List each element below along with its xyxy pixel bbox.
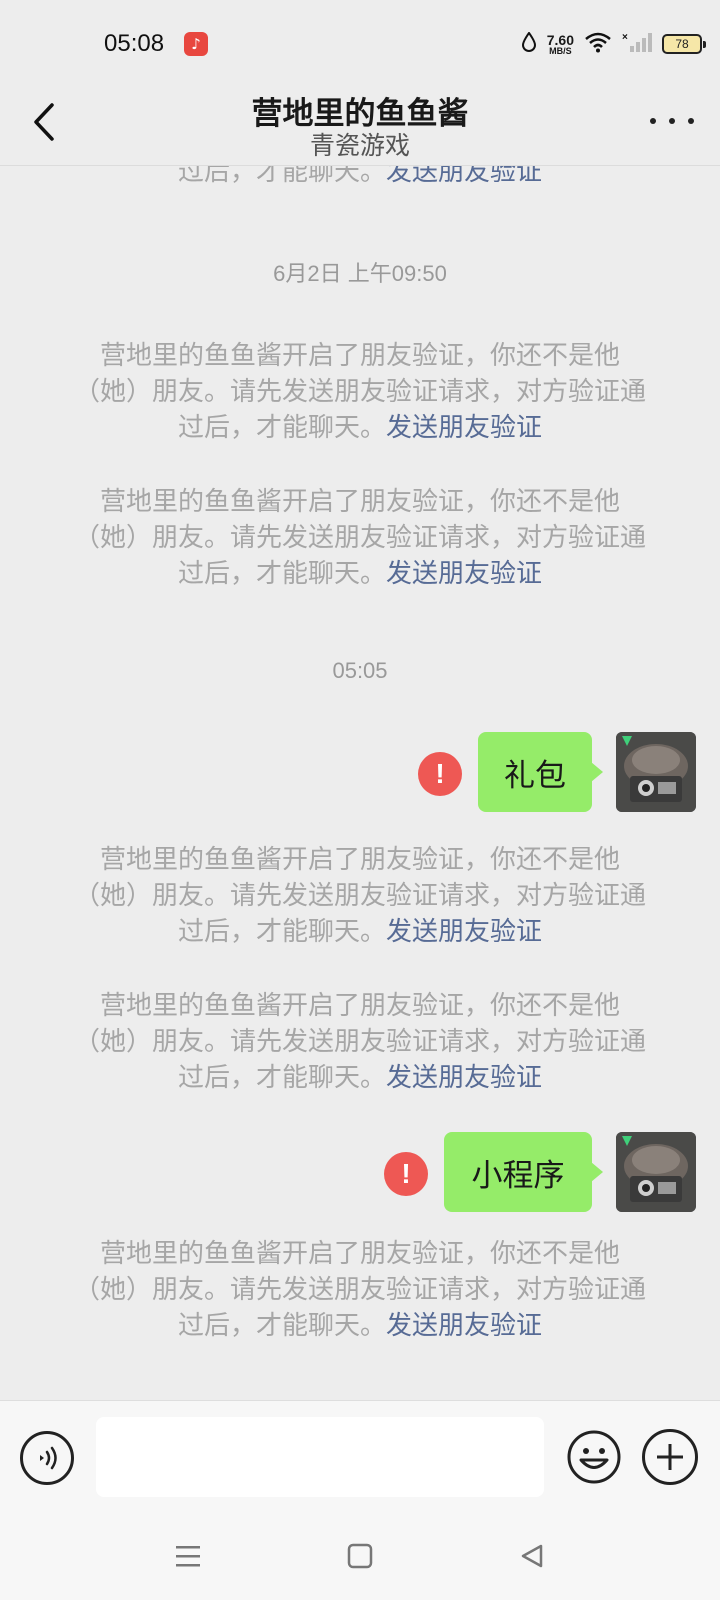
cellular-signal-icon: ×	[622, 31, 652, 57]
voice-icon	[40, 1446, 57, 1470]
avatar[interactable]	[616, 732, 696, 812]
back-nav-button[interactable]	[512, 1536, 552, 1576]
system-notice: 营地里的鱼鱼酱开启了朋友验证，你还不是他 （她）朋友。请先发送朋友验证请求，对方…	[73, 845, 646, 947]
square-icon	[347, 1543, 373, 1569]
net-speed: 7.60 MB/S	[546, 31, 574, 56]
wifi-icon	[584, 31, 612, 57]
smiley-icon	[567, 1430, 621, 1484]
input-bar	[0, 1400, 720, 1510]
sent-message-bubble[interactable]: 礼包	[478, 732, 603, 812]
dot-icon	[688, 118, 694, 124]
system-notice: 营地里的鱼鱼酱开启了朋友验证，你还不是他 （她）朋友。请先发送朋友验证请求，对方…	[73, 487, 646, 589]
system-notice: 过后，才能聊天。发送朋友验证	[60, 166, 660, 190]
chat-header: 营地里的鱼鱼酱 青瓷游戏	[0, 88, 720, 166]
system-notice: 营地里的鱼鱼酱开启了朋友验证，你还不是他 （她）朋友。请先发送朋友验证请求，对方…	[73, 991, 646, 1093]
more-functions-button[interactable]	[642, 1429, 698, 1485]
music-note-icon: ♪	[184, 32, 208, 56]
system-notice: 营地里的鱼鱼酱开启了朋友验证，你还不是他 （她）朋友。请先发送朋友验证请求，对方…	[73, 1239, 646, 1341]
avatar[interactable]	[616, 1132, 696, 1212]
timestamp: 05:05	[332, 658, 388, 683]
message-input[interactable]	[96, 1417, 544, 1497]
more-options-button[interactable]	[650, 106, 694, 136]
send-failed-icon[interactable]: !	[418, 752, 462, 796]
page-subtitle: 青瓷游戏	[309, 131, 410, 160]
emoji-button[interactable]	[566, 1429, 622, 1485]
send-verification-link[interactable]: 发送朋友验证	[386, 1063, 542, 1093]
send-verification-link[interactable]: 发送朋友验证	[386, 917, 542, 947]
menu-button[interactable]	[168, 1536, 208, 1576]
menu-icon	[176, 1546, 200, 1567]
home-button[interactable]	[340, 1536, 380, 1576]
dot-icon	[650, 118, 656, 124]
send-failed-icon[interactable]: !	[384, 1152, 428, 1196]
status-time: 05:08	[104, 30, 165, 57]
send-verification-link[interactable]: 发送朋友验证	[386, 166, 542, 187]
status-indicators: 7.60 MB/S × 78	[521, 28, 706, 60]
timestamp: 6月2日 上午09:50	[273, 261, 447, 286]
battery-icon: 78	[662, 34, 706, 54]
send-verification-link[interactable]: 发送朋友验证	[386, 413, 542, 443]
voice-input-button[interactable]	[20, 1431, 74, 1485]
drop-icon	[521, 31, 537, 56]
dot-icon	[669, 118, 675, 124]
svg-text:×: ×	[622, 32, 628, 43]
triangle-back-icon	[521, 1544, 543, 1568]
system-notice: 营地里的鱼鱼酱开启了朋友验证，你还不是他 （她）朋友。请先发送朋友验证请求，对方…	[73, 341, 646, 443]
message-list[interactable]: 过后，才能聊天。发送朋友验证 6月2日 上午09:50 营地里的鱼鱼酱开启了朋友…	[0, 166, 720, 1400]
system-nav-bar	[0, 1510, 720, 1600]
send-verification-link[interactable]: 发送朋友验证	[386, 559, 542, 589]
sent-message-bubble[interactable]: 小程序	[444, 1132, 603, 1212]
status-bar: 05:08 ♪ 7.60 MB/S × 78	[0, 0, 720, 88]
send-verification-link[interactable]: 发送朋友验证	[386, 1311, 542, 1341]
